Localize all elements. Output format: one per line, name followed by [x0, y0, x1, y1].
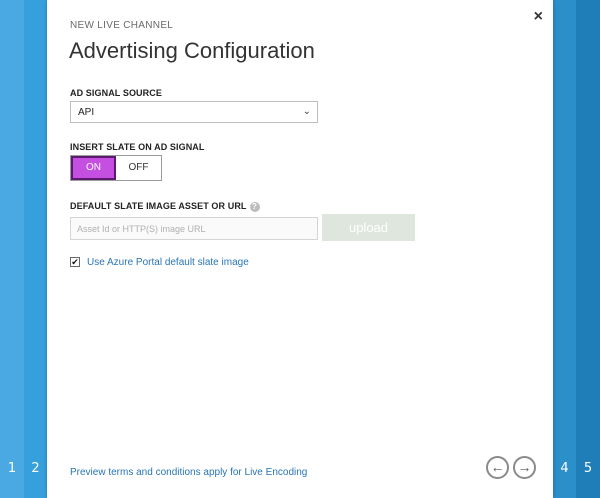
- wizard-step-2[interactable]: 2: [24, 0, 47, 498]
- insert-slate-on-button[interactable]: ON: [71, 156, 116, 180]
- ad-signal-source-value: API: [78, 107, 95, 118]
- insert-slate-label: INSERT SLATE ON AD SIGNAL: [70, 142, 205, 152]
- dialog-subtitle: NEW LIVE CHANNEL: [70, 20, 174, 31]
- help-icon[interactable]: ?: [249, 201, 260, 212]
- step-number: 5: [583, 461, 593, 476]
- default-slate-label-text: DEFAULT SLATE IMAGE ASSET OR URL: [70, 201, 247, 211]
- arrow-left-icon[interactable]: ←: [486, 456, 509, 479]
- preview-terms-link[interactable]: Preview terms and conditions apply for L…: [70, 467, 307, 478]
- upload-button[interactable]: upload: [322, 214, 415, 241]
- default-slate-label: DEFAULT SLATE IMAGE ASSET OR URL?: [70, 201, 260, 212]
- ad-signal-source-label: AD SIGNAL SOURCE: [70, 88, 162, 98]
- wizard-step-4[interactable]: 4: [553, 0, 576, 498]
- advertising-dialog: × NEW LIVE CHANNEL Advertising Configura…: [47, 0, 553, 498]
- step-number: 1: [7, 461, 17, 476]
- page-title: Advertising Configuration: [69, 38, 315, 63]
- chevron-down-icon: ⌄: [302, 106, 311, 117]
- close-icon[interactable]: ×: [534, 8, 543, 26]
- slate-url-input[interactable]: Asset Id or HTTP(S) image URL: [70, 217, 318, 240]
- ad-signal-source-select[interactable]: API ⌄: [70, 101, 318, 123]
- step-number: 2: [31, 461, 40, 476]
- step-number: 4: [560, 461, 569, 476]
- use-default-slate-label[interactable]: Use Azure Portal default slate image: [87, 257, 249, 268]
- slate-url-placeholder: Asset Id or HTTP(S) image URL: [77, 224, 206, 234]
- insert-slate-off-button[interactable]: OFF: [116, 156, 161, 180]
- wizard-step-5[interactable]: 5: [576, 0, 600, 498]
- insert-slate-toggle: ON OFF: [70, 155, 162, 181]
- use-default-slate-checkbox[interactable]: ✔: [70, 257, 80, 267]
- wizard-step-1[interactable]: 1: [0, 0, 24, 498]
- arrow-right-icon[interactable]: →: [513, 456, 536, 479]
